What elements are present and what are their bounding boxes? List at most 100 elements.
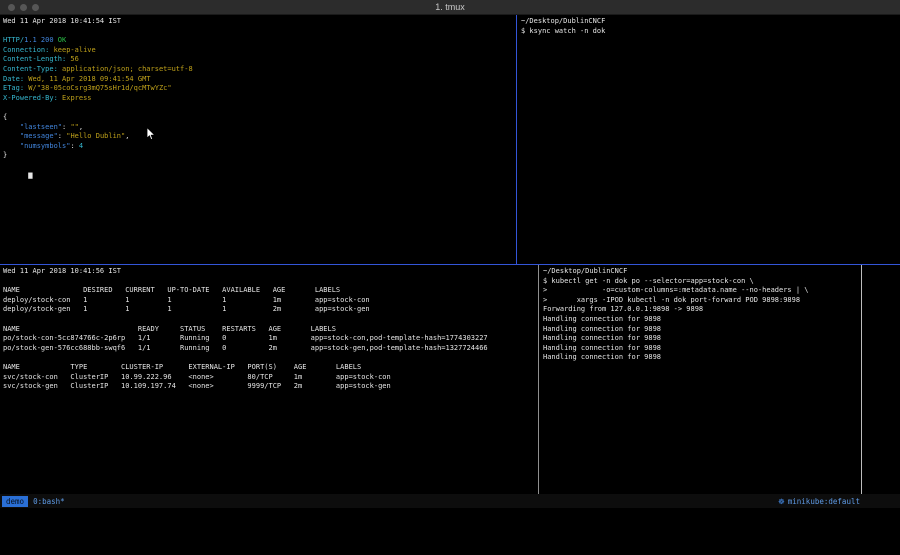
text-segment (3, 171, 28, 179)
text-segment: "" (70, 123, 78, 131)
terminal-line (3, 277, 536, 287)
terminal-line: $ ksync watch -n dok (521, 27, 896, 37)
tmux-status-bar: demo 0:bash* ☸ minikube:default (0, 494, 900, 508)
text-segment: NAME DESIRED CURRENT UP-TO-DATE AVAILABL… (3, 286, 340, 294)
window-tab-bash[interactable]: 0:bash* (33, 497, 65, 506)
text-segment: W/"38-05coCsrg3mQ75sHr1d/qcMTwYZc" (24, 84, 172, 92)
terminal-line: "numsymbols": 4 (3, 142, 514, 152)
terminal-line: deploy/stock-gen 1 1 1 1 2m app=stock-ge… (3, 305, 536, 315)
terminal-line: Handling connection for 9898 (543, 315, 859, 325)
text-segment (3, 132, 20, 140)
text-segment: $ ksync watch -n dok (521, 27, 605, 35)
text-segment: Handling connection for 9898 (543, 315, 661, 323)
terminal-line: ~/Desktop/DublinCNCF (521, 17, 896, 27)
text-segment: "lastseen" (20, 123, 62, 131)
terminal-line: po/stock-con-5cc874766c-2p6rp 1/1 Runnin… (3, 334, 536, 344)
session-name-badge: demo (2, 496, 28, 507)
kubernetes-icon: ☸ (778, 497, 785, 506)
tmux-terminal: Wed 11 Apr 2018 10:41:54 IST HTTP/1.1 20… (0, 15, 900, 494)
terminal-line: Content-Length: 56 (3, 55, 514, 65)
text-segment: : (70, 142, 78, 150)
text-segment: } (3, 151, 7, 159)
terminal-line: HTTP/1.1 200 OK (3, 36, 514, 46)
window-titlebar[interactable]: 1. tmux (0, 0, 900, 15)
terminal-line: "message": "Hello Dublin", (3, 132, 514, 142)
kube-context-indicator: ☸ minikube:default (778, 497, 900, 506)
pane-http-response[interactable]: Wed 11 Apr 2018 10:41:54 IST HTTP/1.1 20… (3, 17, 514, 262)
text-segment: Handling connection for 9898 (543, 353, 661, 361)
kube-context-text: minikube:default (788, 497, 860, 506)
text-segment: po/stock-con-5cc874766c-2p6rp 1/1 Runnin… (3, 334, 488, 342)
text-segment: ~/Desktop/DublinCNCF (543, 267, 627, 275)
text-segment: "Hello Dublin" (66, 132, 125, 140)
terminal-line: $ kubectl get -n dok po --selector=app=s… (543, 277, 859, 287)
pane-divider-horizontal[interactable] (0, 264, 900, 265)
terminal-line: Content-Type: application/json; charset=… (3, 65, 514, 75)
terminal-line: NAME DESIRED CURRENT UP-TO-DATE AVAILABL… (3, 286, 536, 296)
text-segment: 1.1 200 (24, 36, 54, 44)
terminal-line: "lastseen": "", (3, 123, 514, 133)
terminal-line: > xargs -IPOD kubectl -n dok port-forwar… (543, 296, 859, 306)
mouse-cursor (146, 127, 156, 141)
pane-port-forward[interactable]: ~/Desktop/DublinCNCF $ kubectl get -n dok… (543, 267, 859, 493)
pane-kubectl-resources[interactable]: Wed 11 Apr 2018 10:41:56 IST NAME DESIRE… (3, 267, 536, 493)
text-segment: deploy/stock-gen 1 1 1 1 2m app=stock-ge… (3, 305, 370, 313)
terminal-line: po/stock-gen-576cc688bb-swqf6 1/1 Runnin… (3, 344, 536, 354)
text-segment: ~/Desktop/DublinCNCF (521, 17, 605, 25)
text-segment: Content-Length: (3, 55, 66, 63)
text-segment: keep-alive (49, 46, 95, 54)
pane-ksync-watch[interactable]: ~/Desktop/DublinCNCF $ ksync watch -n dok (521, 17, 896, 262)
terminal-line: Handling connection for 9898 (543, 334, 859, 344)
text-segment: Handling connection for 9898 (543, 325, 661, 333)
terminal-window: 1. tmux Wed 11 Apr 2018 10:41:54 IST HTT… (0, 0, 900, 508)
terminal-line: deploy/stock-con 1 1 1 1 1m app=stock-co… (3, 296, 536, 306)
text-segment: po/stock-gen-576cc688bb-swqf6 1/1 Runnin… (3, 344, 488, 352)
terminal-line: NAME READY STATUS RESTARTS AGE LABELS (3, 325, 536, 335)
pane-divider-bottom-left-vertical[interactable] (538, 265, 539, 494)
text-segment: Content-Type: (3, 65, 58, 73)
terminal-line (3, 103, 514, 113)
pane-divider-bottom-right-vertical[interactable] (861, 265, 862, 494)
window-title: 1. tmux (0, 2, 900, 12)
terminal-line: ETag: W/"38-05coCsrg3mQ75sHr1d/qcMTwYZc" (3, 84, 514, 94)
text-segment (3, 142, 20, 150)
text-segment: "message" (20, 132, 58, 140)
text-segment: application/json; charset=utf-8 (58, 65, 193, 73)
text-segment: { (3, 113, 7, 121)
text-segment: > -o=custom-columns=:metadata.name --no-… (543, 286, 809, 294)
terminal-line (3, 161, 514, 171)
terminal-line (3, 27, 514, 37)
text-segment: svc/stock-con ClusterIP 10.99.222.96 <no… (3, 373, 391, 381)
text-segment: Wed 11 Apr 2018 10:41:54 IST (3, 17, 121, 25)
text-segment: deploy/stock-con 1 1 1 1 1m app=stock-co… (3, 296, 370, 304)
text-segment: 56 (66, 55, 79, 63)
text-segment: Wed 11 Apr 2018 10:41:56 IST (3, 267, 121, 275)
text-segment: ETag: (3, 84, 24, 92)
text-segment: ▆ (28, 171, 32, 179)
text-segment: Date: (3, 75, 24, 83)
terminal-line (3, 353, 536, 363)
pane-divider-top-vertical[interactable] (516, 15, 517, 264)
text-segment: OK (54, 36, 67, 44)
terminal-line: svc/stock-gen ClusterIP 10.109.197.74 <n… (3, 382, 536, 392)
terminal-line: Wed 11 Apr 2018 10:41:54 IST (3, 17, 514, 27)
text-segment: NAME TYPE CLUSTER-IP EXTERNAL-IP PORT(S)… (3, 363, 361, 371)
terminal-line: Handling connection for 9898 (543, 325, 859, 335)
text-segment: Handling connection for 9898 (543, 334, 661, 342)
terminal-line: svc/stock-con ClusterIP 10.99.222.96 <no… (3, 373, 536, 383)
text-segment: Handling connection for 9898 (543, 344, 661, 352)
terminal-line: Forwarding from 127.0.0.1:9898 -> 9898 (543, 305, 859, 315)
terminal-line: { (3, 113, 514, 123)
text-segment: , (79, 123, 83, 131)
text-segment (3, 123, 20, 131)
text-segment: 4 (79, 142, 83, 150)
text-segment: $ kubectl get -n dok po --selector=app=s… (543, 277, 754, 285)
terminal-line: Date: Wed, 11 Apr 2018 09:41:54 GMT (3, 75, 514, 85)
text-segment: NAME READY STATUS RESTARTS AGE LABELS (3, 325, 336, 333)
terminal-line: > -o=custom-columns=:metadata.name --no-… (543, 286, 859, 296)
terminal-line: X-Powered-By: Express (3, 94, 514, 104)
terminal-line: NAME TYPE CLUSTER-IP EXTERNAL-IP PORT(S)… (3, 363, 536, 373)
terminal-line (3, 315, 536, 325)
text-segment: Wed, 11 Apr 2018 09:41:54 GMT (24, 75, 150, 83)
text-segment: svc/stock-gen ClusterIP 10.109.197.74 <n… (3, 382, 391, 390)
